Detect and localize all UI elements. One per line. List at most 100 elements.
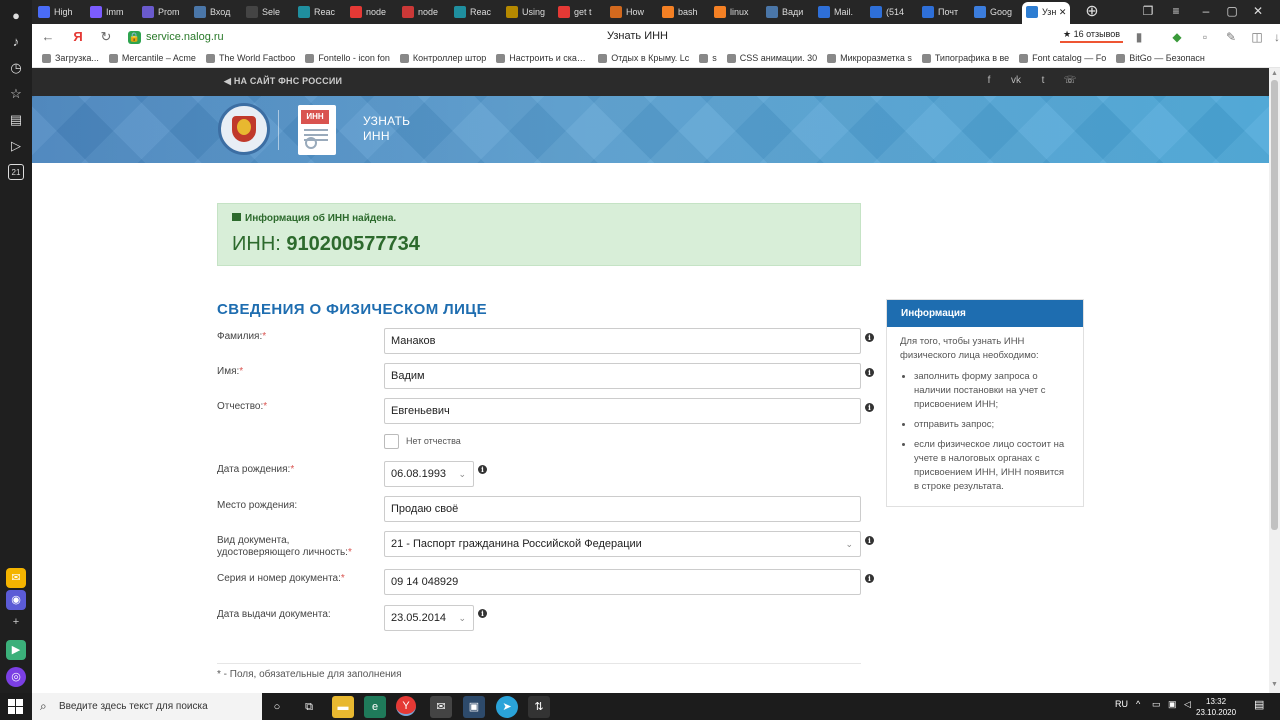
bookmark-item[interactable]: BitGo — Безопасн <box>1116 50 1205 66</box>
surname-info-icon[interactable]: i <box>865 333 874 342</box>
tab[interactable]: Sele <box>242 2 288 22</box>
bookmark-item[interactable]: The World Factboo <box>205 50 295 66</box>
alice-icon[interactable]: ◎ <box>6 667 26 687</box>
network-icon[interactable]: ▣ <box>1168 699 1177 710</box>
no-patronymic-checkbox[interactable] <box>384 434 399 449</box>
taskbar-search[interactable]: ⌕ Введите здесь текст для поиска <box>32 693 262 720</box>
lock-icon[interactable]: 🔒 <box>128 30 141 44</box>
bookmark-item[interactable]: Настроить и скачат <box>496 50 588 66</box>
bookmark-item[interactable]: Контроллер штор <box>399 50 486 66</box>
bookmark-item[interactable]: Микроразметка s <box>827 50 912 66</box>
tab-manager-icon[interactable]: ❐ <box>1140 4 1156 18</box>
fns-emblem-logo[interactable] <box>218 103 270 155</box>
notification-icon[interactable]: ▤ <box>1254 698 1264 711</box>
tab[interactable]: Reac <box>294 2 340 22</box>
downloads-icon[interactable]: ↓ <box>1270 30 1280 44</box>
doctype-select[interactable]: 21 - Паспорт гражданина Российской Федер… <box>384 531 861 557</box>
history-icon[interactable]: ◷ <box>8 60 24 76</box>
docnum-info-icon[interactable]: i <box>865 574 874 583</box>
tab[interactable]: bash <box>658 2 704 22</box>
sidebar-icon[interactable]: ◫ <box>1250 30 1264 44</box>
birthplace-field[interactable]: Продаю своё <box>384 496 861 522</box>
bookmark-item[interactable]: s <box>699 50 717 66</box>
tab[interactable]: Вход <box>190 2 236 22</box>
maximize-icon[interactable]: ▢ <box>1224 4 1240 18</box>
volume-icon[interactable]: ◁ <box>1184 699 1191 710</box>
tab[interactable]: Вади <box>762 2 808 22</box>
name-info-icon[interactable]: i <box>865 368 874 377</box>
vk-icon[interactable]: vk <box>1009 75 1023 86</box>
translate-icon[interactable]: ✎ <box>1224 30 1238 44</box>
battery-icon[interactable]: ▭ <box>1152 699 1161 710</box>
tray-up-icon[interactable]: ^ <box>1136 699 1140 709</box>
surname-field[interactable]: Манаков <box>384 328 861 354</box>
tab[interactable]: node <box>398 2 444 22</box>
name-field[interactable]: Вадим <box>384 363 861 389</box>
telegram-icon[interactable]: ➤ <box>496 696 518 718</box>
issue-date-field[interactable]: 23.05.2014 ⌄ <box>384 605 474 631</box>
tab[interactable]: Goog <box>970 2 1016 22</box>
file-explorer-icon[interactable]: ▬ <box>332 696 354 718</box>
page-scrollbar[interactable]: ▲ ▼ <box>1269 68 1280 693</box>
ide-icon[interactable]: ▣ <box>463 696 485 718</box>
bookmark-item[interactable]: CSS анимации. 30 <box>726 50 817 66</box>
docnum-field[interactable]: 09 14 048929 <box>384 569 861 595</box>
bookmark-item[interactable]: Отдых в Крыму. Lc <box>598 50 689 66</box>
tab[interactable]: Reac <box>450 2 496 22</box>
scroll-down-icon[interactable]: ▼ <box>1271 681 1278 688</box>
close-window-icon[interactable]: ✕ <box>1250 4 1266 18</box>
edge-icon[interactable]: e <box>364 696 386 718</box>
bookmark-item[interactable]: Типографика в ве <box>921 50 1009 66</box>
reload-icon[interactable]: ↻ <box>98 29 114 45</box>
notifications-icon[interactable]: ♪ <box>8 34 24 50</box>
messenger-app-icon[interactable]: ◉ <box>6 590 26 610</box>
windows-start-icon[interactable] <box>8 699 24 715</box>
doctype-info-icon[interactable]: i <box>865 536 874 545</box>
calendar-icon[interactable]: 21 <box>8 164 24 180</box>
tab[interactable]: How <box>606 2 652 22</box>
language-indicator[interactable]: RU <box>1115 699 1128 709</box>
extension-icon[interactable]: ◆ <box>1170 30 1184 44</box>
new-tab-icon[interactable]: ⊕ <box>1084 1 1100 21</box>
twitter-icon[interactable]: t <box>1036 75 1050 86</box>
back-icon[interactable]: ← <box>40 29 56 44</box>
back-to-fns-link[interactable]: ◀ НА САЙТ ФНС РОССИИ <box>224 76 342 87</box>
mail-client-icon[interactable]: ✉ <box>430 696 452 718</box>
bookmark-item[interactable]: Загрузка... <box>42 50 99 66</box>
task-view-icon[interactable]: ⧉ <box>298 696 320 718</box>
tab[interactable]: get t <box>554 2 600 22</box>
scroll-up-icon[interactable]: ▲ <box>1271 70 1278 77</box>
clock[interactable]: 13:32 23.10.2020 <box>1196 696 1236 718</box>
mail-app-icon[interactable]: ✉ <box>6 568 26 588</box>
tab[interactable]: (514 <box>866 2 912 22</box>
birthdate-info-icon[interactable]: i <box>478 465 487 474</box>
patronymic-field[interactable]: Евгеньевич <box>384 398 861 424</box>
tab[interactable]: Imm <box>86 2 132 22</box>
scroll-thumb[interactable] <box>1271 80 1278 530</box>
play-icon[interactable]: ▷ <box>8 138 24 154</box>
close-tab-icon[interactable]: ✕ <box>1056 7 1067 17</box>
url-field[interactable]: 🔒 service.nalog.ru <box>128 28 224 46</box>
bookmark-item[interactable]: Font catalog — Fo <box>1019 50 1106 66</box>
tab-active[interactable]: Узн ✕ <box>1022 2 1070 24</box>
menu-icon[interactable]: ≡ <box>1168 4 1184 18</box>
tab[interactable]: High <box>34 2 80 22</box>
phone-icon[interactable]: ☏ <box>1063 75 1077 86</box>
bookmark-item[interactable]: Mercantile – Acme <box>108 50 196 66</box>
facebook-icon[interactable]: f <box>982 75 996 86</box>
bookmark-icon[interactable]: ▮ <box>1132 30 1146 44</box>
network-tool-icon[interactable]: ⇅ <box>528 696 550 718</box>
tab[interactable]: Using <box>502 2 548 22</box>
profile-icon[interactable]: ● <box>8 8 24 24</box>
tab[interactable]: Mail. <box>814 2 860 22</box>
patronymic-info-icon[interactable]: i <box>865 403 874 412</box>
tab[interactable]: Почт <box>918 2 964 22</box>
add-app-icon[interactable]: + <box>6 612 26 632</box>
extension2-icon[interactable]: ▫ <box>1198 30 1212 44</box>
yandex-browser-icon[interactable]: Y <box>396 696 416 716</box>
tab[interactable]: node <box>346 2 392 22</box>
tab[interactable]: linux <box>710 2 756 22</box>
yandex-icon[interactable]: Я <box>70 29 86 44</box>
minimize-icon[interactable]: – <box>1198 4 1214 18</box>
music-app-icon[interactable]: ▶ <box>6 640 26 660</box>
